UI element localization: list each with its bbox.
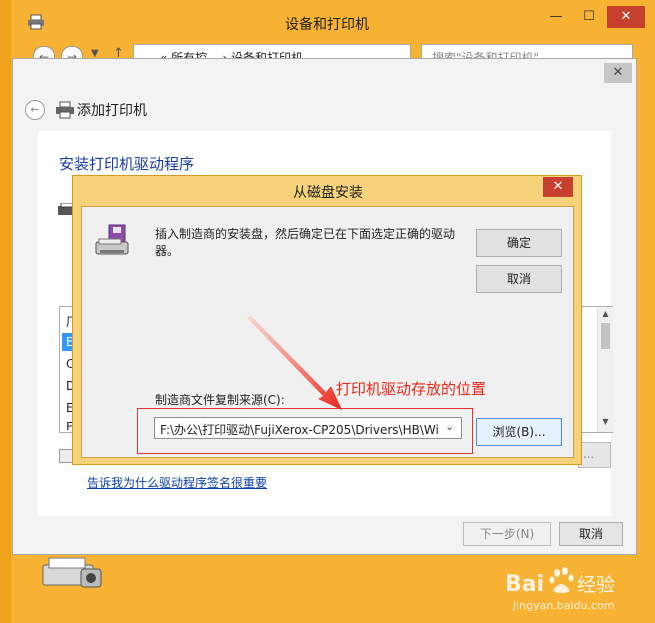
dialog-title: 从磁盘安装 bbox=[293, 185, 363, 201]
scroll-up-icon[interactable]: ▲ bbox=[598, 309, 613, 321]
svg-text:Bai: Bai bbox=[505, 572, 544, 597]
svg-text:经验: 经验 bbox=[577, 574, 615, 596]
minimize-button[interactable]: — bbox=[540, 6, 572, 28]
baidu-watermark-logo: Bai 经验 jingyan.baidu.com bbox=[505, 567, 615, 612]
wizard-close-button[interactable]: ✕ bbox=[604, 63, 632, 83]
ok-button[interactable]: 确定 bbox=[476, 229, 562, 257]
back-arrow-icon[interactable]: ← bbox=[25, 100, 45, 120]
annotation-highlight-box bbox=[137, 408, 473, 454]
annotation-text: 打印机驱动存放的位置 bbox=[336, 380, 487, 398]
next-button[interactable]: 下一步(N) bbox=[463, 522, 551, 546]
maximize-button[interactable]: ☐ bbox=[573, 6, 605, 28]
explorer-titlebar: 设备和打印机 — ☐ ✕ bbox=[11, 0, 655, 44]
wizard-cancel-button[interactable]: 取消 bbox=[559, 522, 623, 546]
scroll-thumb[interactable] bbox=[601, 323, 610, 349]
explorer-close-button[interactable]: ✕ bbox=[607, 6, 645, 28]
printer-device-icon bbox=[42, 557, 102, 588]
floppy-disk-icon bbox=[95, 224, 129, 255]
wizard-heading: 安装打印机驱动程序 bbox=[59, 155, 195, 173]
source-label: 制造商文件复制来源(C): bbox=[155, 393, 285, 407]
printer-icon bbox=[28, 14, 44, 30]
printer-icon bbox=[56, 101, 74, 119]
svg-text:jingyan.baidu.com: jingyan.baidu.com bbox=[512, 599, 615, 612]
dialog-close-button[interactable]: ✕ bbox=[543, 177, 573, 197]
driver-signing-link[interactable]: 告诉我为什么驱动程序签名很重要 bbox=[87, 474, 267, 491]
dialog-cancel-button[interactable]: 取消 bbox=[476, 265, 562, 293]
have-disk-button[interactable]: … bbox=[578, 442, 611, 468]
scroll-down-icon[interactable]: ▼ bbox=[598, 417, 613, 429]
explorer-title: 设备和打印机 bbox=[285, 17, 369, 33]
wizard-title: 添加打印机 bbox=[77, 103, 147, 119]
list-scrollbar[interactable]: ▲ ▼ bbox=[597, 307, 613, 432]
browse-button[interactable]: 浏览(B)... bbox=[476, 418, 562, 446]
dialog-message: 插入制造商的安装盘，然后确定已在下面选定正确的驱动器。 bbox=[155, 227, 456, 258]
